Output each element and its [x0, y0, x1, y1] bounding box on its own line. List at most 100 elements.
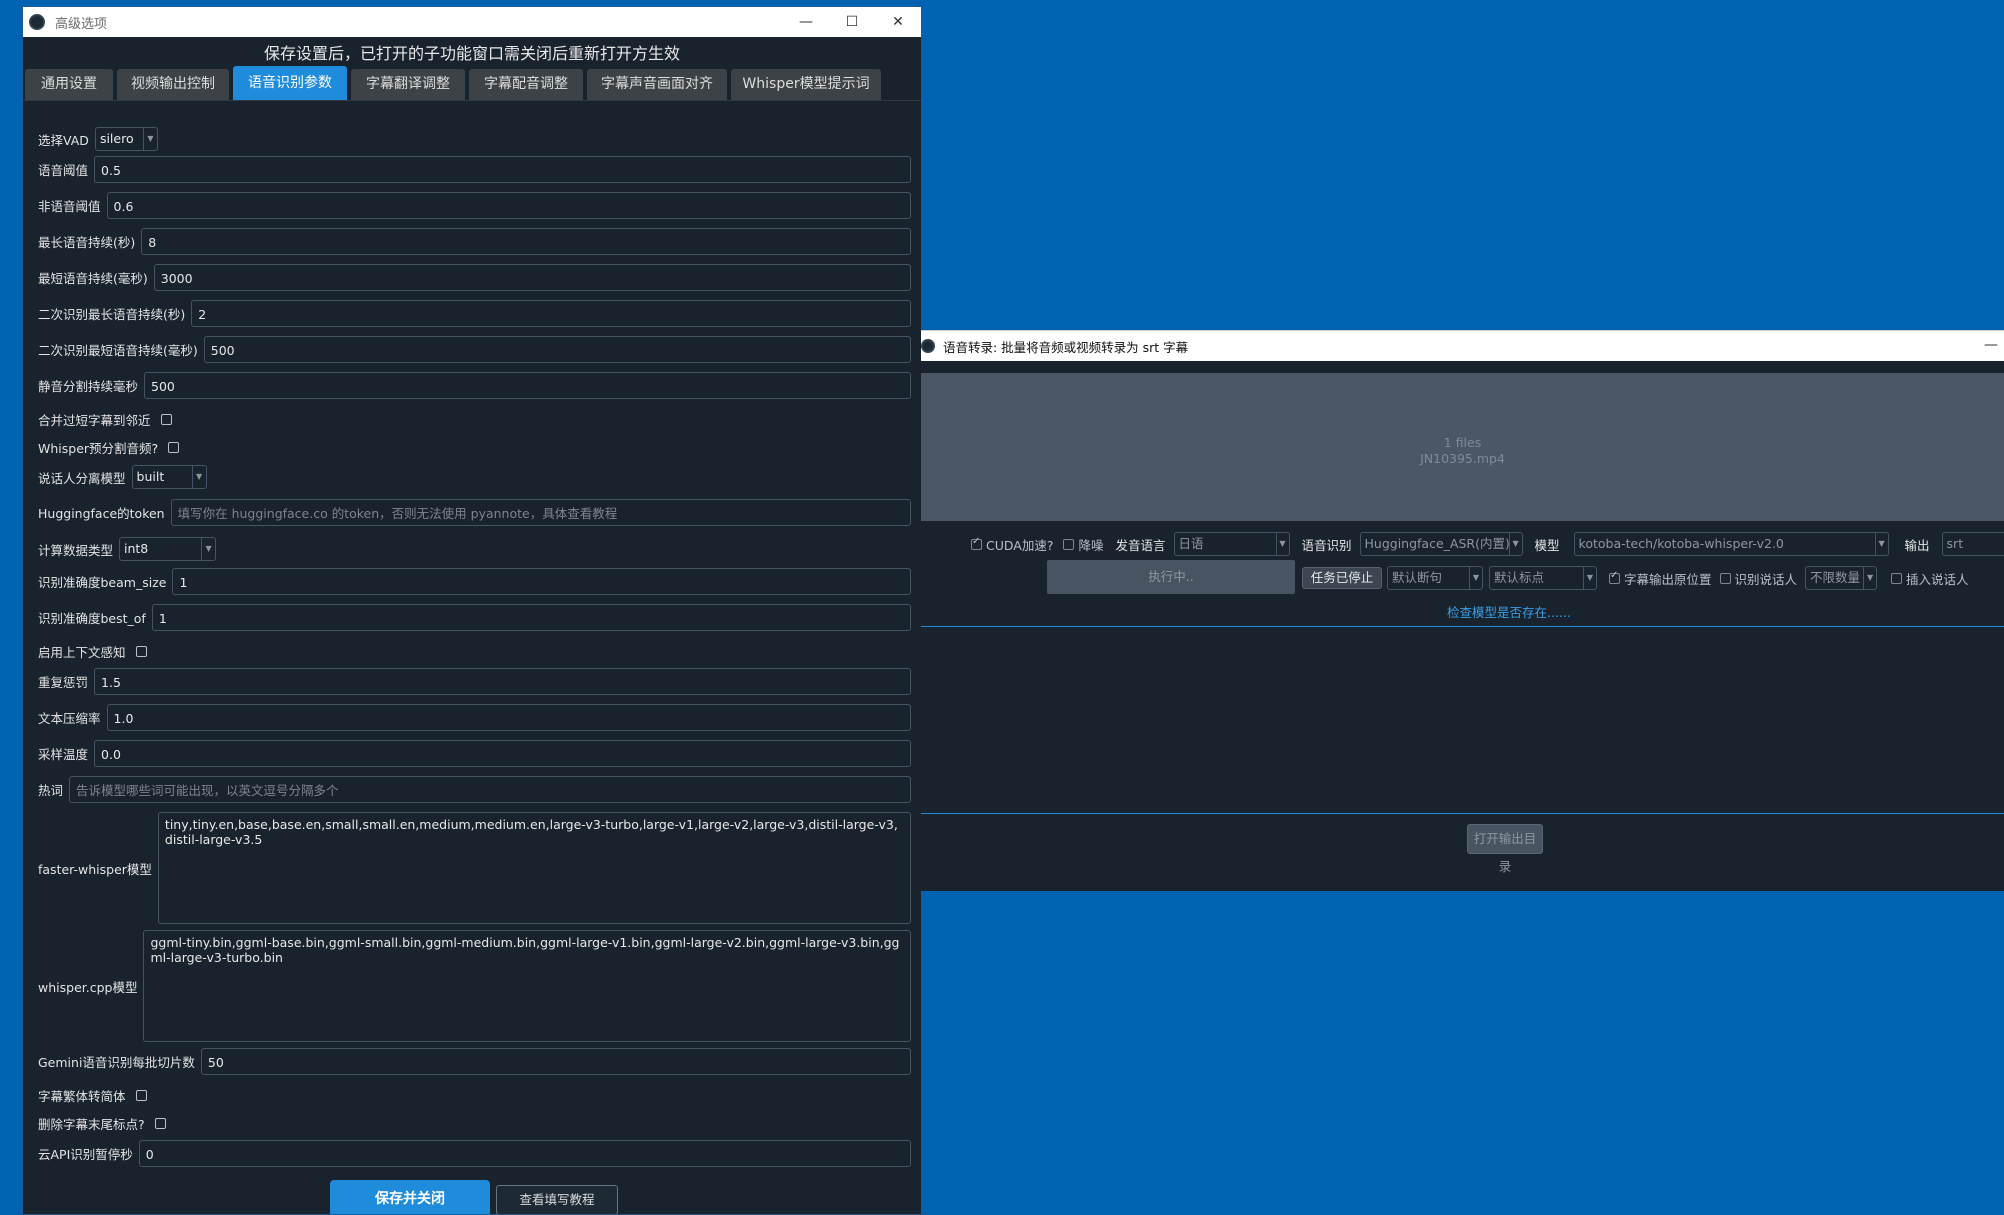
file-name: JN10395.mp4 — [1420, 451, 1505, 466]
app-icon — [29, 14, 45, 30]
cloud-api-pause-label: 云API识别暂停秒 — [38, 1147, 133, 1162]
temperature-input[interactable]: 0.0 — [94, 740, 911, 767]
speaker-count-select[interactable]: 不限数量 ▼ — [1805, 566, 1878, 590]
source-lang-label: 发音语言 — [1115, 537, 1166, 553]
recognize-speaker-checkbox[interactable] — [1719, 572, 1731, 584]
compute-type-label: 计算数据类型 — [38, 542, 114, 558]
merge-short-checkbox[interactable] — [160, 414, 172, 425]
window-title: 语音转录: 批量将音频或视频转录为 srt 字幕 — [943, 339, 1189, 355]
log-area — [921, 627, 2004, 813]
tab-whisper-prompt[interactable]: Whisper模型提示词 — [731, 69, 881, 100]
speech-threshold-label: 语音阈值 — [38, 163, 89, 178]
speech-threshold-input[interactable]: 0.5 — [94, 156, 911, 183]
best-of-label: 识别准确度best_of — [38, 611, 146, 626]
context-aware-checkbox[interactable] — [135, 646, 147, 657]
chevron-down-icon: ▼ — [1508, 533, 1522, 555]
cuda-checkbox[interactable] — [971, 536, 982, 550]
context-aware-label: 启用上下文感知 — [38, 645, 126, 660]
whisper-presplit-checkbox[interactable] — [168, 442, 180, 453]
save-close-button[interactable]: 保存并关闭 — [330, 1180, 490, 1214]
max-speech-input[interactable]: 8 — [141, 228, 911, 255]
hotwords-input[interactable]: 告诉模型哪些词可能出现，以英文逗号分隔多个 — [69, 776, 911, 803]
compute-type-select[interactable]: int8 ▼ — [119, 537, 217, 561]
compression-ratio-label: 文本压缩率 — [38, 711, 101, 726]
whisper-cpp-textarea[interactable]: ggml-tiny.bin,ggml-base.bin,ggml-small.b… — [143, 930, 911, 1042]
keep-position-label: 字幕输出原位置 — [1624, 571, 1712, 587]
transcription-window: 语音转录: 批量将音频或视频转录为 srt 字幕 — 1 files JN103… — [921, 330, 2004, 891]
hotwords-label: 热词 — [38, 783, 64, 798]
trad-to-simp-checkbox[interactable] — [135, 1090, 147, 1101]
cuda-label: CUDA加速? — [986, 537, 1054, 553]
silence-split-input[interactable]: 500 — [144, 372, 911, 399]
maximize-button[interactable]: ☐ — [829, 7, 875, 37]
vad-label: 选择VAD — [38, 132, 89, 148]
hf-token-input[interactable]: 填写你在 huggingface.co 的token，否则无法使用 pyanno… — [170, 499, 911, 526]
notice-text: 保存设置后，已打开的子功能窗口需关闭后重新打开方生效 — [263, 44, 680, 63]
split-mode-select[interactable]: 默认断句 ▼ — [1387, 566, 1483, 590]
minimize-button[interactable]: — — [783, 7, 829, 37]
title-bar: 高级选项 — ☐ ✕ — [23, 7, 921, 37]
file-dropzone[interactable]: 1 files JN10395.mp4 — [921, 373, 2004, 521]
divider — [921, 813, 2004, 814]
open-output-button[interactable]: 打开输出目录 — [1467, 824, 1543, 874]
source-lang-select[interactable]: 日语 ▼ — [1173, 532, 1290, 556]
faster-whisper-textarea[interactable]: tiny,tiny.en,base,base.en,small,small.en… — [157, 812, 911, 924]
repetition-penalty-label: 重复惩罚 — [38, 675, 89, 690]
tab-audio-video-align[interactable]: 字幕声音画面对齐 — [587, 69, 727, 100]
max-speech-label: 最长语音持续(秒) — [38, 235, 136, 250]
cloud-api-pause-input[interactable]: 0 — [138, 1140, 911, 1167]
view-tutorial-button[interactable]: 查看填写教程 — [496, 1185, 618, 1214]
silence-split-label: 静音分割持续毫秒 — [38, 379, 139, 394]
min-speech-input[interactable]: 3000 — [153, 264, 911, 291]
chevron-down-icon: ▼ — [1275, 533, 1289, 555]
window-title: 高级选项 — [55, 16, 108, 32]
chevron-down-icon: ▼ — [201, 538, 215, 560]
tab-speech-recognition[interactable]: 语音识别参数 — [233, 66, 347, 100]
punct-mode-select[interactable]: 默认标点 ▼ — [1489, 566, 1597, 590]
insert-speaker-label: 插入说话人 — [1906, 571, 1969, 587]
insert-speaker-checkbox[interactable] — [1891, 572, 1903, 584]
recognize-speaker-label: 识别说话人 — [1734, 571, 1798, 587]
advanced-options-window: 高级选项 — ☐ ✕ 保存设置后，已打开的子功能窗口需关闭后重新打开方生效 通用… — [22, 6, 922, 1215]
tab-general[interactable]: 通用设置 — [25, 69, 113, 100]
best-of-input[interactable]: 1 — [151, 604, 911, 631]
tab-subtitle-translation[interactable]: 字幕翻译调整 — [351, 69, 465, 100]
diarize-model-label: 说话人分离模型 — [38, 470, 126, 486]
chevron-down-icon: ▼ — [1863, 567, 1876, 589]
tab-video-output[interactable]: 视频输出控制 — [117, 69, 229, 100]
second-min-input[interactable]: 500 — [203, 336, 911, 363]
denoise-label: 降噪 — [1078, 537, 1104, 553]
tab-bar: 通用设置 视频输出控制 语音识别参数 字幕翻译调整 字幕配音调整 字幕声音画面对… — [23, 66, 921, 101]
gemini-batch-input[interactable]: 50 — [200, 1048, 911, 1075]
chevron-down-icon: ▼ — [142, 128, 157, 150]
chevron-down-icon: ▼ — [1469, 567, 1482, 589]
non-speech-threshold-label: 非语音阈值 — [38, 199, 101, 214]
output-label: 输出 — [1904, 537, 1930, 553]
repetition-penalty-input[interactable]: 1.5 — [94, 668, 911, 695]
whisper-presplit-label: Whisper预分割音频? — [38, 441, 159, 456]
min-speech-label: 最短语音持续(毫秒) — [38, 271, 148, 286]
non-speech-threshold-input[interactable]: 0.6 — [106, 192, 911, 219]
chevron-down-icon: ▼ — [191, 466, 206, 488]
asr-label: 语音识别 — [1301, 537, 1352, 553]
tab-subtitle-dubbing[interactable]: 字幕配音调整 — [469, 69, 583, 100]
output-select[interactable]: srt — [1941, 532, 2004, 556]
model-select[interactable]: kotoba-tech/kotoba-whisper-v2.0 ▼ — [1573, 532, 1889, 556]
minimize-button[interactable]: — — [1984, 337, 1998, 353]
stop-button[interactable]: 任务已停止 — [1302, 567, 1382, 589]
beam-size-input[interactable]: 1 — [172, 568, 911, 595]
denoise-checkbox[interactable] — [1063, 538, 1075, 550]
hf-token-label: Huggingface的token — [38, 506, 165, 521]
check-model-link[interactable]: 检查模型是否存在...... — [1447, 602, 1571, 621]
second-max-input[interactable]: 2 — [191, 300, 911, 327]
chevron-down-icon: ▼ — [1874, 533, 1888, 555]
remove-punct-checkbox[interactable] — [154, 1118, 166, 1129]
keep-position-checkbox[interactable] — [1609, 570, 1620, 584]
asr-select[interactable]: Huggingface_ASR(内置) ▼ — [1359, 532, 1523, 556]
diarize-model-select[interactable]: built ▼ — [131, 465, 207, 489]
vad-select[interactable]: silero ▼ — [94, 127, 158, 151]
run-button[interactable]: 执行中.. — [1047, 560, 1295, 594]
compression-ratio-input[interactable]: 1.0 — [106, 704, 911, 731]
close-button[interactable]: ✕ — [875, 7, 921, 37]
file-count: 1 files — [1443, 435, 1482, 450]
